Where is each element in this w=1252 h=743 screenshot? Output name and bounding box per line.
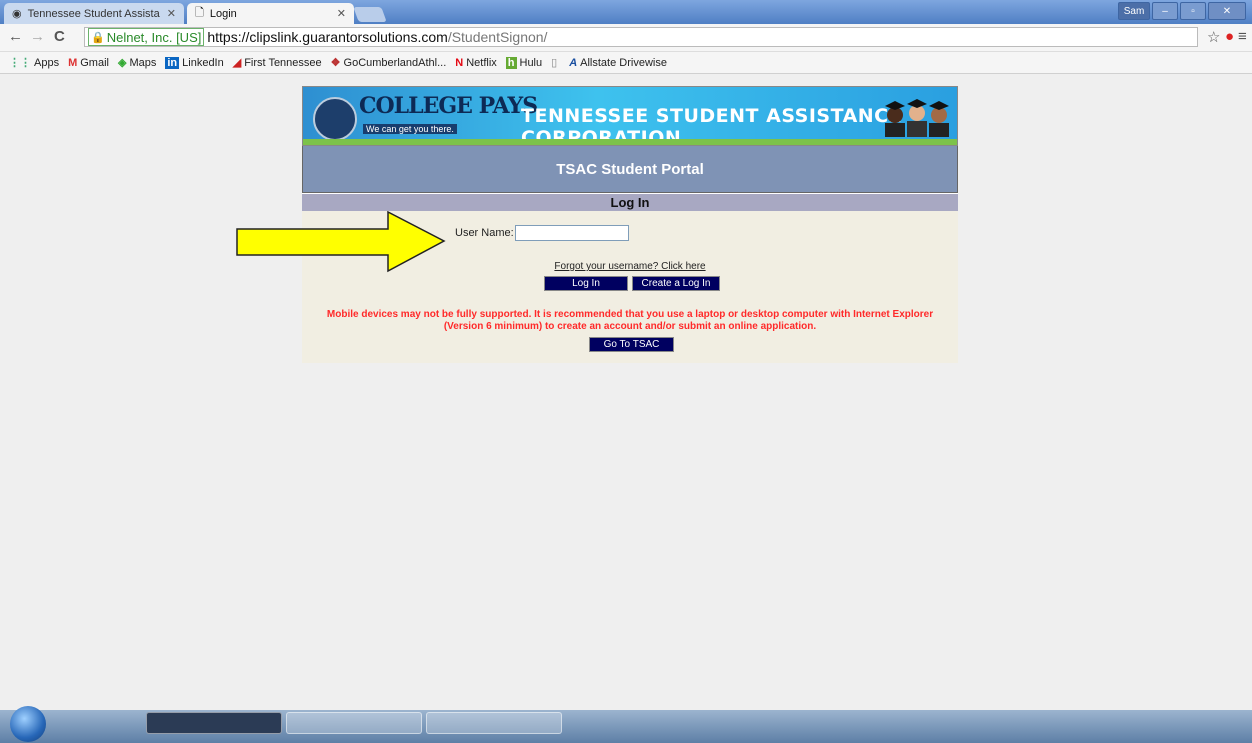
allstate-icon: A [569, 56, 578, 69]
tennessee-seal-logo [313, 97, 357, 141]
navigation-bar: ← → C 🔒 Nelnet, Inc. [US] https://clipsl… [0, 24, 1252, 52]
bookmark-label: Apps [34, 56, 60, 69]
warning-line-2: (Version 6 minimum) to create an account… [443, 321, 817, 332]
maps-icon: ◈ [117, 57, 127, 69]
username-row: User Name: [455, 225, 629, 241]
bookmark-gocumberland[interactable]: ❖ GoCumberlandAthl... [330, 56, 447, 70]
secure-badge[interactable]: 🔒 Nelnet, Inc. [US] [88, 28, 205, 46]
bookmark-label: Maps [129, 56, 157, 69]
tagline: We can get you there. [363, 124, 457, 134]
bookmark-first-tennessee[interactable]: ◢ First Tennessee [232, 56, 322, 70]
first-tennessee-icon: ◢ [232, 57, 242, 69]
username-input[interactable] [514, 225, 629, 241]
bookmarks-bar: ⋮⋮ Apps M Gmail ◈ Maps in LinkedIn ◢ First Te… [0, 52, 1252, 74]
url-host: https://clipslink.guarantorsolutions.com [207, 29, 448, 45]
bookmark-label: Hulu [519, 56, 543, 69]
linkedin-icon: in [165, 56, 180, 69]
new-tab-button[interactable] [353, 7, 387, 22]
tab-title: Login [209, 7, 237, 20]
bookmark-allstate[interactable]: A Allstate Drivewise [569, 57, 667, 69]
tab-login[interactable]: 🗋 Login ✕ [187, 3, 354, 24]
lock-icon: 🔒 [91, 31, 105, 44]
star-icon[interactable]: ☆ [1207, 28, 1220, 46]
url-path: /StudentSignon/ [447, 29, 548, 45]
cumberland-icon: ❖ [330, 57, 341, 69]
login-heading: Log In [302, 193, 958, 211]
bookmark-maps[interactable]: ◈ Maps [117, 56, 157, 70]
yellow-arrow-annotation [236, 211, 446, 273]
close-tab-icon[interactable]: ✕ [167, 7, 176, 20]
forward-arrow-icon[interactable]: → [30, 28, 45, 45]
page-content: COLLEGE PAYS We can get you there. TENNE… [0, 74, 1252, 710]
windows-taskbar [0, 706, 1252, 743]
hulu-icon: h [505, 56, 517, 69]
tab-title: Tennessee Student Assista [27, 7, 160, 20]
reload-icon[interactable]: C [54, 28, 65, 45]
netflix-icon: N [455, 56, 464, 69]
menu-icon[interactable]: ≡ [1238, 28, 1247, 45]
browser-title-bar: ◉ Tennessee Student Assista ✕ 🗋 Login ✕ … [0, 0, 1252, 24]
bookmark-hulu[interactable]: h Hulu [505, 56, 543, 69]
page-icon: 🗋 [195, 7, 204, 19]
address-bar[interactable]: 🔒 Nelnet, Inc. [US] https://clipslink.gu… [84, 27, 1198, 47]
bookmark-label: Gmail [80, 56, 109, 69]
log-in-button[interactable]: Log In [544, 276, 628, 291]
bookmark-linkedin[interactable]: in LinkedIn [165, 56, 224, 69]
bookmark-label: Allstate Drivewise [580, 56, 667, 69]
globe-icon: ◉ [12, 8, 22, 20]
bookmark-apps[interactable]: ⋮⋮ Apps [9, 56, 60, 70]
tab-tennessee-student[interactable]: ◉ Tennessee Student Assista ✕ [4, 3, 184, 24]
create-login-button[interactable]: Create a Log In [632, 276, 720, 291]
bookmark-label: GoCumberlandAthl... [343, 56, 447, 69]
login-buttons: Log In Create a Log In [544, 276, 720, 291]
warning-line-1: Mobile devices may not be fully supporte… [326, 309, 934, 320]
gmail-icon: M [68, 56, 78, 69]
go-to-tsac-button[interactable]: Go To TSAC [589, 337, 674, 352]
bookmark-gmail[interactable]: M Gmail [68, 57, 109, 69]
window-controls: Sam – ▫ ✕ [1118, 2, 1246, 20]
opera-icon[interactable]: ● [1225, 28, 1234, 45]
url-text: https://clipslink.guarantorsolutions.com… [207, 29, 547, 45]
taskbar-item[interactable] [286, 712, 422, 734]
username-label: User Name: [455, 227, 514, 239]
back-arrow-icon[interactable]: ← [8, 28, 23, 45]
secure-label: Nelnet, Inc. [US] [106, 29, 202, 45]
portal-title: TSAC Student Portal [302, 146, 958, 193]
bookmark-blank[interactable]: ▯ [551, 56, 560, 69]
mobile-warning: Mobile devices may not be fully supporte… [302, 309, 958, 333]
college-pays-logo: COLLEGE PAYS [359, 93, 538, 119]
page-icon: ▯ [551, 57, 558, 69]
start-button[interactable] [10, 706, 46, 742]
bookmark-label: Netflix [466, 56, 497, 69]
minimize-button[interactable]: – [1152, 2, 1178, 20]
close-tab-icon[interactable]: ✕ [337, 7, 346, 20]
taskbar-item[interactable] [146, 712, 282, 734]
taskbar-item[interactable] [426, 712, 562, 734]
maximize-button[interactable]: ▫ [1180, 2, 1206, 20]
bookmark-label: LinkedIn [182, 56, 224, 69]
bookmark-label: First Tennessee [244, 56, 322, 69]
apps-icon: ⋮⋮ [9, 57, 31, 69]
bookmark-netflix[interactable]: N Netflix [455, 57, 497, 69]
tsac-banner: COLLEGE PAYS We can get you there. TENNE… [302, 86, 958, 149]
close-window-button[interactable]: ✕ [1208, 2, 1246, 20]
graduates-image [885, 99, 949, 137]
user-badge[interactable]: Sam [1118, 2, 1150, 20]
banner-stripe [303, 139, 957, 145]
